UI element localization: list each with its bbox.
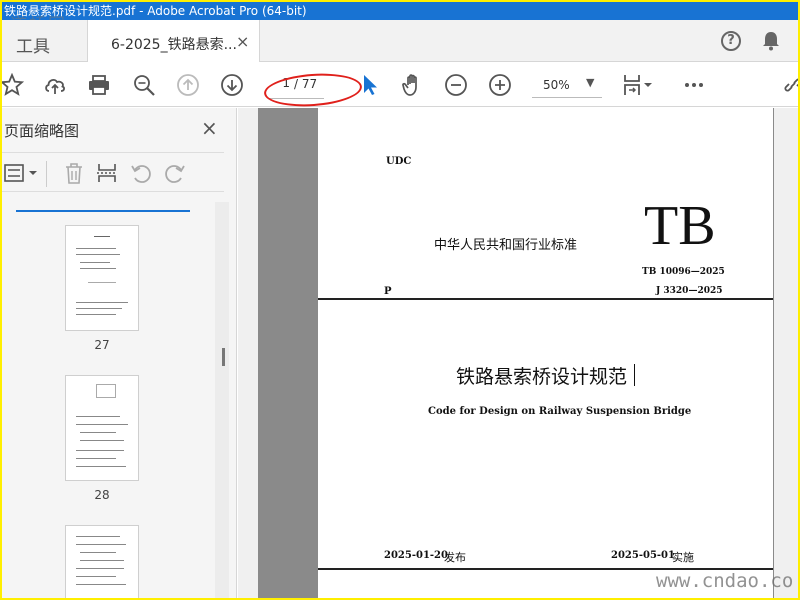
page-down-icon[interactable] [219,72,245,98]
page-thumbnails-panel: 页面缩略图 × 27 28 [2,108,237,598]
zoom-select[interactable]: 50% ▼ [532,76,602,98]
thumbnail-label: 28 [94,488,110,502]
print-icon[interactable] [86,72,112,98]
document-scrollbar[interactable] [774,108,798,598]
pdf-page[interactable]: UDC TB 中华人民共和国行业标准 TB 10096—2025 P J 332… [318,108,773,598]
fit-page-dropdown-icon[interactable] [642,72,654,98]
select-cursor-icon[interactable] [357,72,383,98]
zoom-in-icon[interactable] [487,72,513,98]
panel-close-icon[interactable]: × [201,116,218,140]
bell-icon[interactable] [762,31,780,51]
more-icon[interactable] [681,72,707,98]
page-impl-label: 实施 [672,551,694,564]
panel-scrollbar[interactable] [215,202,229,598]
thumbnail-page[interactable] [66,226,138,330]
text-cursor [634,364,635,386]
rotate-cw-icon[interactable] [164,162,186,188]
page-j-code: J 3320—2025 [656,286,723,296]
page-impl-date: 2025-05-01 [611,550,675,561]
page-up-icon[interactable] [175,72,201,98]
thumbnail-page[interactable] [66,526,138,598]
thumbnail-selection-line [16,210,190,212]
page-udc: UDC [386,156,412,167]
hand-icon[interactable] [400,72,426,98]
thumbnail-list: 27 28 [2,214,224,598]
tab-tools[interactable]: 工具 [16,32,50,57]
main-toolbar: 1 / 77 50% ▼ [2,63,798,110]
panel-toolbar [2,152,224,192]
thumbnail-options-icon[interactable] [4,162,38,188]
page-en-title: Code for Design on Railway Suspension Br… [428,406,692,417]
zoom-out-icon[interactable] [443,72,469,98]
page-tb-mark: TB [644,195,716,257]
panel-title: 页面缩略图 [4,122,80,140]
title-bar: 铁路悬索桥设计规范.pdf - Adobe Acrobat Pro (64-bi… [2,2,798,20]
site-watermark: www.cndao.co [656,570,794,592]
extract-pages-icon[interactable] [96,162,118,188]
page-tb-code: TB 10096—2025 [642,267,725,277]
trash-icon[interactable] [64,162,84,188]
search-zoom-icon[interactable] [131,72,157,98]
tab-bar: 工具 6-2025_铁路悬索... × ? [2,20,798,62]
zoom-value: 50% [543,78,570,92]
page-publish-date: 2025-01-20 [384,550,448,561]
help-icon[interactable]: ? [721,31,741,51]
document-view: UDC TB 中华人民共和国行业标准 TB 10096—2025 P J 332… [238,108,798,598]
tab-close-icon[interactable]: × [236,32,249,51]
page-standard-title: 中华人民共和国行业标准 [434,238,578,253]
tab-document-label: 6-2025_铁路悬索... [111,37,237,53]
page-p-label: P [384,286,392,297]
link-icon[interactable] [780,72,798,98]
chevron-down-icon: ▼ [586,76,595,89]
page-cn-title: 铁路悬索桥设计规范 [456,366,628,388]
cloud-upload-icon[interactable] [42,72,68,98]
thumbnail-label: 27 [94,338,110,352]
star-icon[interactable] [2,72,25,98]
page-publish-label: 发布 [444,551,466,564]
page-rule-top [318,298,773,300]
rotate-ccw-icon[interactable] [130,162,152,188]
acrobat-window: 铁路悬索桥设计规范.pdf - Adobe Acrobat Pro (64-bi… [2,2,798,598]
tab-document[interactable]: 6-2025_铁路悬索... × [87,20,260,62]
panel-divider [46,161,47,187]
thumbnail-page[interactable] [66,376,138,480]
panel-scroll-thumb[interactable] [222,348,225,366]
